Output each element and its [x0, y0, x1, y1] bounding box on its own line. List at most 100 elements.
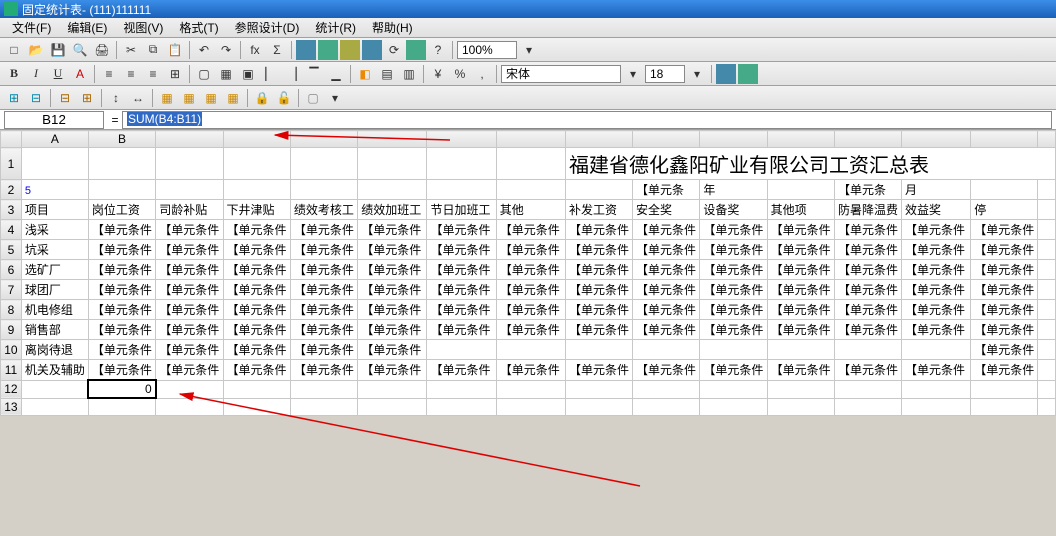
fill-color-icon[interactable]: ◧: [355, 64, 375, 84]
cell[interactable]: 【单元条件: [767, 320, 834, 340]
cell[interactable]: 【单元条件: [358, 340, 427, 360]
cell[interactable]: [1038, 180, 1056, 200]
cell[interactable]: 【单元条件: [835, 220, 902, 240]
copy-button[interactable]: ⧉: [143, 40, 163, 60]
cell[interactable]: 【单元条件: [358, 240, 427, 260]
column-header[interactable]: [223, 131, 290, 148]
cut-button[interactable]: ✂: [121, 40, 141, 60]
cell[interactable]: 【单元条件: [767, 240, 834, 260]
cell[interactable]: 【单元条件: [290, 320, 357, 340]
cell[interactable]: [156, 380, 223, 398]
cell[interactable]: [1038, 260, 1056, 280]
cell[interactable]: [1038, 280, 1056, 300]
cell[interactable]: [427, 180, 496, 200]
cell[interactable]: 【单元条件: [496, 220, 565, 240]
cell[interactable]: [566, 340, 633, 360]
cell[interactable]: 【单元条件: [88, 280, 155, 300]
unsplit-icon[interactable]: ▦: [223, 88, 243, 108]
cell[interactable]: [1038, 200, 1056, 220]
line-style-icon[interactable]: ▥: [399, 64, 419, 84]
preview-button[interactable]: 🔍: [70, 40, 90, 60]
row-header[interactable]: 11: [1, 360, 22, 381]
cell[interactable]: [1038, 300, 1056, 320]
comma-button[interactable]: ,: [472, 64, 492, 84]
bold-button[interactable]: B: [4, 64, 24, 84]
unlock-icon[interactable]: 🔓: [274, 88, 294, 108]
row-header[interactable]: 12: [1, 380, 22, 398]
print-button[interactable]: 🖨: [92, 40, 112, 60]
column-header[interactable]: [358, 131, 427, 148]
cell[interactable]: 【单元条件: [767, 360, 834, 381]
cell[interactable]: [156, 148, 223, 180]
zoom-input[interactable]: [457, 41, 517, 59]
cell[interactable]: 司龄补贴: [156, 200, 223, 220]
unfreeze-icon[interactable]: ▦: [179, 88, 199, 108]
cell[interactable]: [358, 380, 427, 398]
column-header[interactable]: [290, 131, 357, 148]
cell[interactable]: 【单元条件: [902, 300, 971, 320]
cell[interactable]: [1038, 360, 1056, 381]
cell[interactable]: [496, 380, 565, 398]
cell[interactable]: 【单元条件: [971, 280, 1038, 300]
underline-button[interactable]: U: [48, 64, 68, 84]
cell[interactable]: 【单元条件: [427, 240, 496, 260]
cell[interactable]: 【单元条件: [902, 220, 971, 240]
cell[interactable]: 【单元条件: [156, 260, 223, 280]
cell[interactable]: [290, 148, 357, 180]
cell[interactable]: 坑采: [21, 240, 88, 260]
cell[interactable]: 【单元条件: [700, 260, 767, 280]
cell[interactable]: 【单元条件: [633, 220, 700, 240]
cell[interactable]: 【单元条件: [835, 240, 902, 260]
font-size-input[interactable]: [645, 65, 685, 83]
cell[interactable]: 【单元条件: [496, 300, 565, 320]
cell[interactable]: 【单元条件: [156, 280, 223, 300]
cell[interactable]: 【单元条件: [496, 360, 565, 381]
cell[interactable]: 5: [21, 180, 88, 200]
cell[interactable]: 机关及辅助: [21, 360, 88, 381]
font-name-dropdown-icon[interactable]: ▾: [623, 64, 643, 84]
cell[interactable]: [358, 148, 427, 180]
undo-button[interactable]: ↶: [194, 40, 214, 60]
cell[interactable]: 【单元条件: [223, 240, 290, 260]
row-header[interactable]: 10: [1, 340, 22, 360]
cell[interactable]: 【单元条件: [971, 240, 1038, 260]
page-setup-icon[interactable]: ▢: [303, 88, 323, 108]
italic-button[interactable]: I: [26, 64, 46, 84]
column-header[interactable]: [156, 131, 223, 148]
column-header[interactable]: [566, 131, 633, 148]
cell[interactable]: 【单元条件: [700, 360, 767, 381]
cell[interactable]: 【单元条件: [88, 320, 155, 340]
cell[interactable]: [767, 180, 834, 200]
cell[interactable]: [496, 340, 565, 360]
cell[interactable]: 【单元条件: [88, 240, 155, 260]
cell[interactable]: [223, 148, 290, 180]
cell[interactable]: 【单元条件: [566, 300, 633, 320]
cell[interactable]: 安全奖: [633, 200, 700, 220]
cell[interactable]: [290, 180, 357, 200]
currency-button[interactable]: ¥: [428, 64, 448, 84]
cell[interactable]: [496, 180, 565, 200]
column-header[interactable]: [427, 131, 496, 148]
cell[interactable]: [156, 398, 223, 415]
row-header[interactable]: 9: [1, 320, 22, 340]
cell[interactable]: 【单元条件: [971, 220, 1038, 240]
cell[interactable]: 【单元条件: [290, 300, 357, 320]
cell[interactable]: 【单元条件: [427, 300, 496, 320]
cell[interactable]: [633, 380, 700, 398]
cell[interactable]: 【单元条件: [88, 340, 155, 360]
border-left-icon[interactable]: ▏: [260, 64, 280, 84]
row-height-icon[interactable]: ↕: [106, 88, 126, 108]
row-header[interactable]: 8: [1, 300, 22, 320]
cell[interactable]: 【单元条件: [835, 360, 902, 381]
spreadsheet-grid[interactable]: AB1福建省德化鑫阳矿业有限公司工资汇总表25【单元条年【单元条月3项目岗位工资…: [0, 130, 1056, 416]
align-left-button[interactable]: ≡: [99, 64, 119, 84]
column-header[interactable]: [971, 131, 1038, 148]
cell[interactable]: [971, 180, 1038, 200]
cell[interactable]: [427, 148, 496, 180]
cell[interactable]: [1038, 380, 1056, 398]
cell[interactable]: 【单元条件: [633, 240, 700, 260]
merge-button[interactable]: ⊞: [165, 64, 185, 84]
cell[interactable]: 【单元条件: [427, 320, 496, 340]
cell[interactable]: 【单元条件: [835, 260, 902, 280]
cell[interactable]: [223, 180, 290, 200]
